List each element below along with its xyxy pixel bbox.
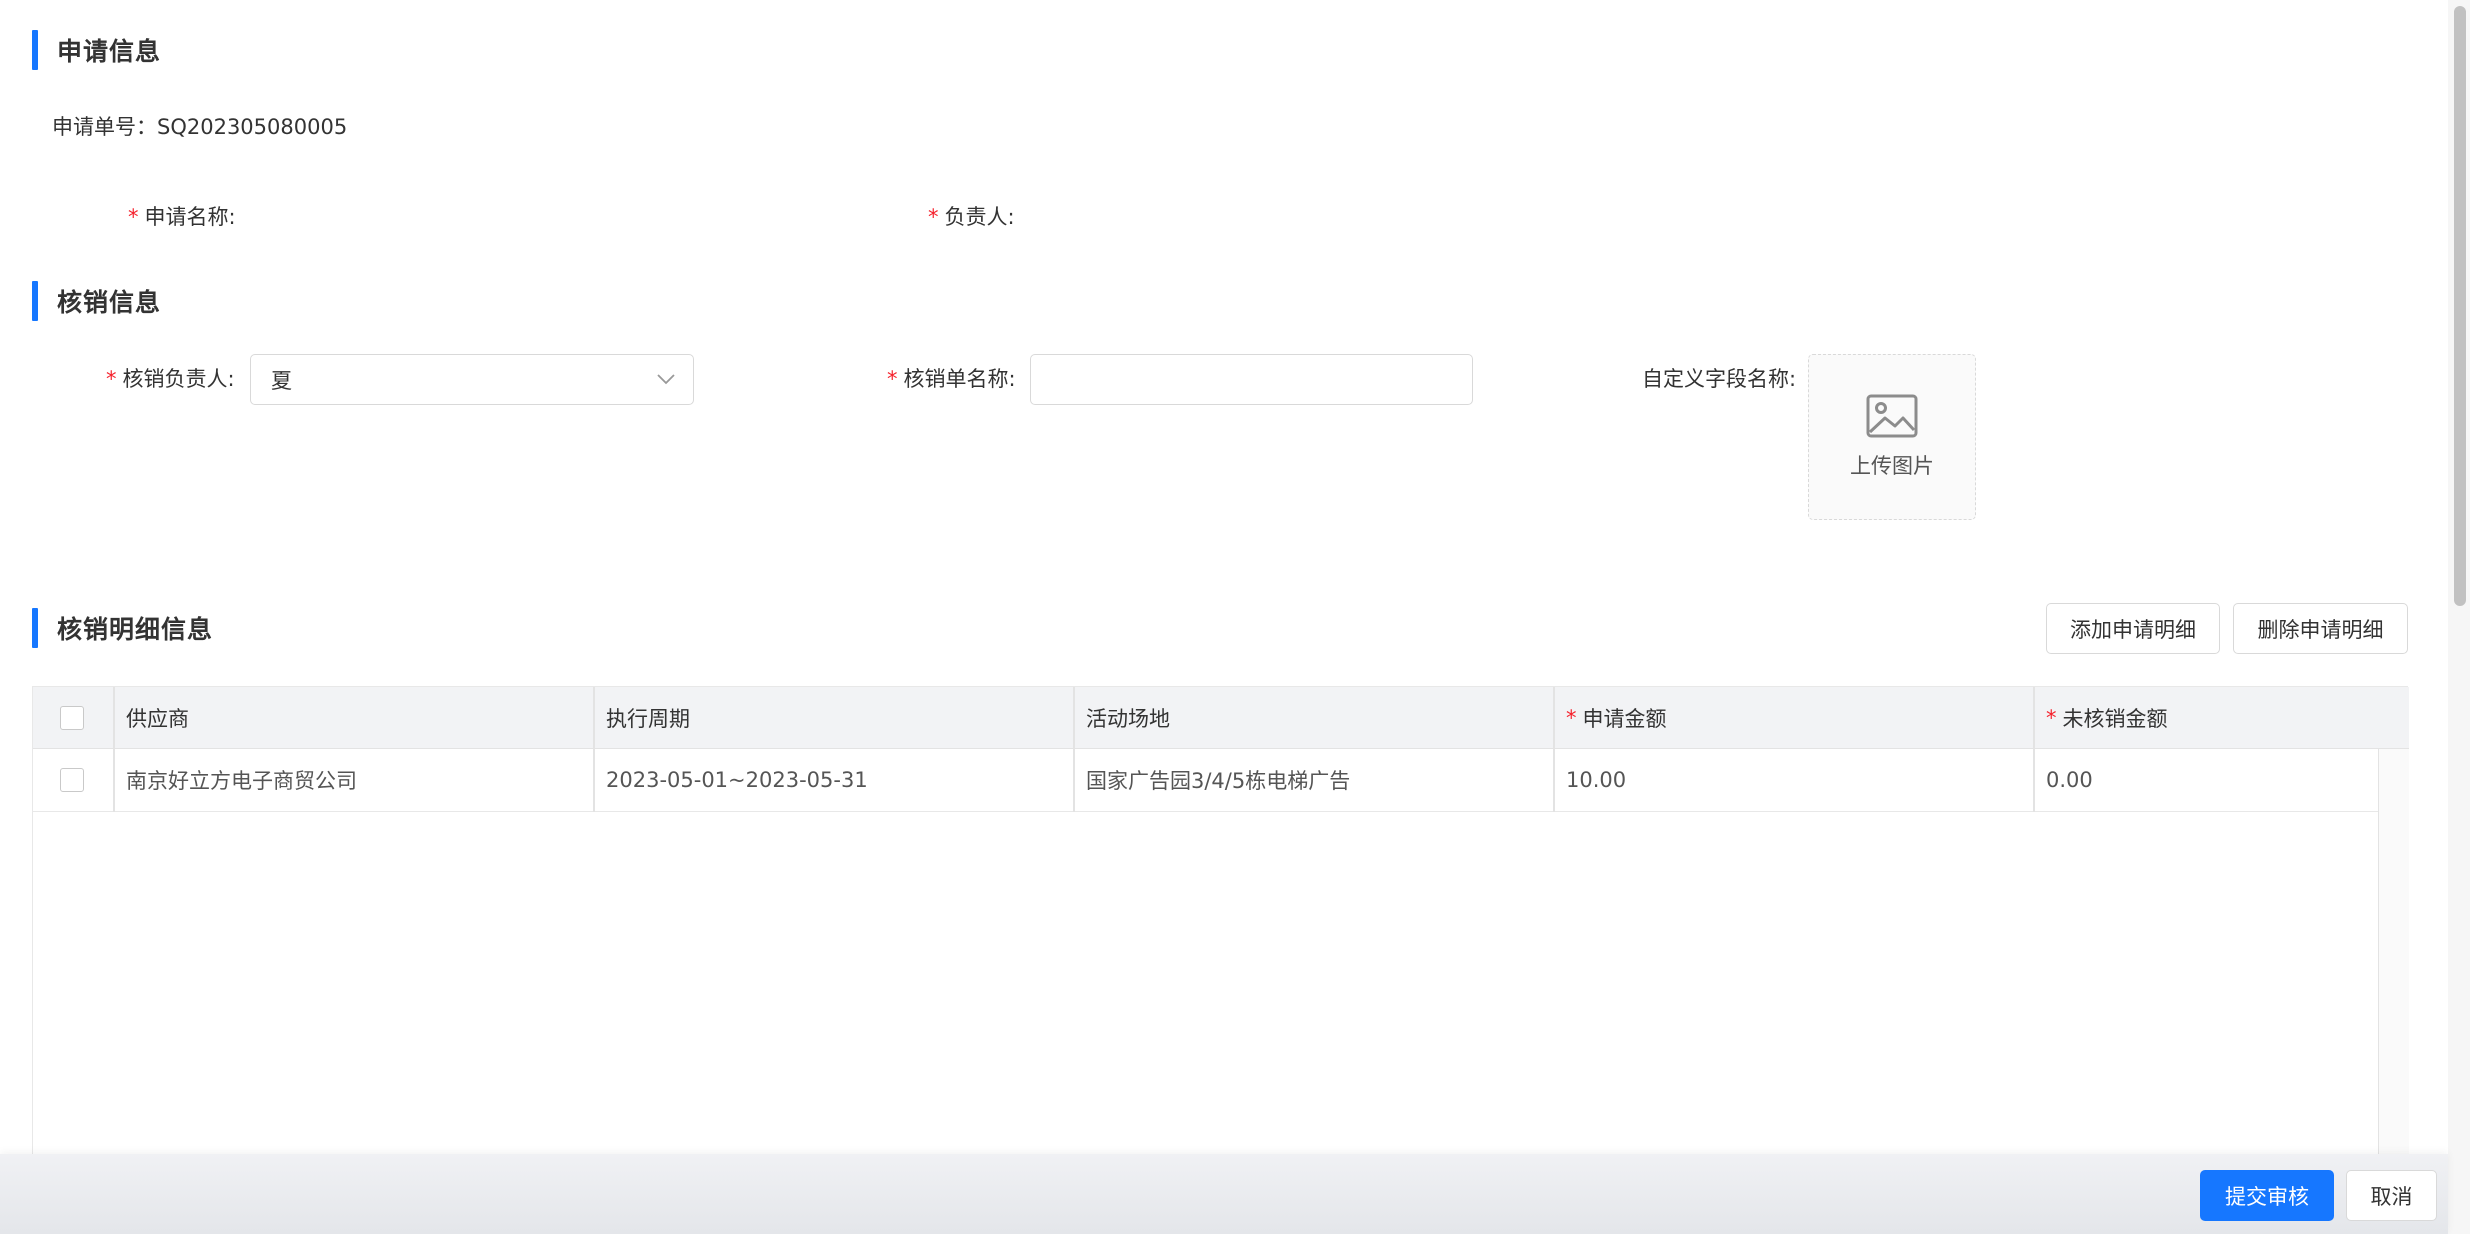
column-header-venue: 活动场地 <box>1086 706 1170 731</box>
writeoff-doc-name-input[interactable] <box>1030 354 1473 405</box>
application-form-page: 申请信息 申请单号：SQ202305080005 * 申请名称: * 负责人: 核销… <box>0 0 2470 1234</box>
column-header-unverified-amount-label: 未核销金额 <box>2062 706 2168 731</box>
apply-name-field-label: * 申请名称: <box>128 202 236 232</box>
writeoff-owner-field-label: * 核销负责人: <box>106 364 235 394</box>
delete-detail-button[interactable]: 删除申请明细 <box>2233 603 2408 654</box>
cell-unverified-amount[interactable]: 0.00 <box>2033 749 2378 811</box>
section-title-apply: 申请信息 <box>57 37 162 66</box>
cell-supplier: 南京好立方电子商贸公司 <box>126 769 357 793</box>
table-header: 供应商 执行周期 活动场地 * 申请金额 * 未核销金额 <box>33 687 2409 749</box>
column-header-supplier: 供应商 <box>126 706 189 731</box>
column-header-apply-amount-label: 申请金额 <box>1582 706 1667 731</box>
submit-review-button[interactable]: 提交审核 <box>2200 1170 2334 1221</box>
required-mark: * <box>2046 705 2057 730</box>
chevron-down-icon <box>657 374 675 385</box>
header-checkbox-cell <box>33 687 113 748</box>
column-divider <box>113 687 115 812</box>
footer-bar: 提交审核 取消 <box>0 1154 2448 1234</box>
apply-owner-field-label: * 负责人: <box>928 202 1015 232</box>
column-divider <box>593 687 595 812</box>
column-divider <box>2033 687 2035 812</box>
section-accent-bar <box>32 608 38 648</box>
column-header-apply-amount: * 申请金额 <box>1553 687 2033 748</box>
apply-name-label: 申请名称: <box>144 205 236 229</box>
column-divider <box>1073 687 1075 812</box>
section-title-detail: 核销明细信息 <box>57 615 214 644</box>
section-header-writeoff: 核销信息 <box>32 281 161 321</box>
cell-period: 2023-05-01~2023-05-31 <box>606 768 868 792</box>
section-accent-bar <box>32 281 38 321</box>
custom-field-label: 自定义字段名称: <box>1642 367 1797 391</box>
image-icon <box>1866 394 1918 438</box>
required-mark: * <box>887 367 898 391</box>
cell-venue: 国家广告园3/4/5栋电梯广告 <box>1086 769 1351 793</box>
row-checkbox-cell <box>33 749 113 811</box>
detail-table: 供应商 执行周期 活动场地 * 申请金额 * 未核销金额 南京好立方电子商贸公司 2… <box>32 686 2409 1234</box>
writeoff-doc-name-label: 核销单名称: <box>903 367 1016 391</box>
row-checkbox[interactable] <box>60 768 84 792</box>
writeoff-doc-name-field-label: * 核销单名称: <box>887 364 1016 394</box>
cell-apply-amount[interactable]: 10.00 <box>1553 749 2033 811</box>
required-mark: * <box>928 205 939 229</box>
add-detail-button[interactable]: 添加申请明细 <box>2046 603 2220 654</box>
section-accent-bar <box>32 30 38 70</box>
writeoff-owner-label: 核销负责人: <box>122 367 235 391</box>
required-mark: * <box>128 205 139 229</box>
apply-owner-label: 负责人: <box>944 205 1015 229</box>
apply-number: 申请单号：SQ202305080005 <box>52 112 347 142</box>
apply-number-value: SQ202305080005 <box>157 115 348 139</box>
page-scrollbar-thumb[interactable] <box>2454 6 2466 606</box>
section-header-detail: 核销明细信息 <box>32 608 213 648</box>
column-header-period: 执行周期 <box>606 706 690 731</box>
section-title-writeoff: 核销信息 <box>57 288 162 317</box>
cancel-button[interactable]: 取消 <box>2346 1170 2437 1221</box>
page-scrollbar[interactable] <box>2448 0 2470 1234</box>
required-mark: * <box>106 367 117 391</box>
writeoff-owner-value: 夏 <box>271 368 292 393</box>
section-header-apply: 申请信息 <box>32 30 161 70</box>
column-header-unverified-amount: * 未核销金额 <box>2033 687 2409 748</box>
column-divider <box>1553 687 1555 812</box>
upload-label: 上传图片 <box>1850 454 1934 478</box>
select-all-checkbox[interactable] <box>60 705 84 730</box>
image-upload-box[interactable]: 上传图片 <box>1808 354 1976 520</box>
table-row[interactable]: 南京好立方电子商贸公司 2023-05-01~2023-05-31 国家广告园3… <box>33 749 2378 812</box>
writeoff-owner-select[interactable]: 夏 <box>250 354 694 405</box>
apply-number-label: 申请单号： <box>52 115 157 139</box>
required-mark: * <box>1566 705 1577 730</box>
